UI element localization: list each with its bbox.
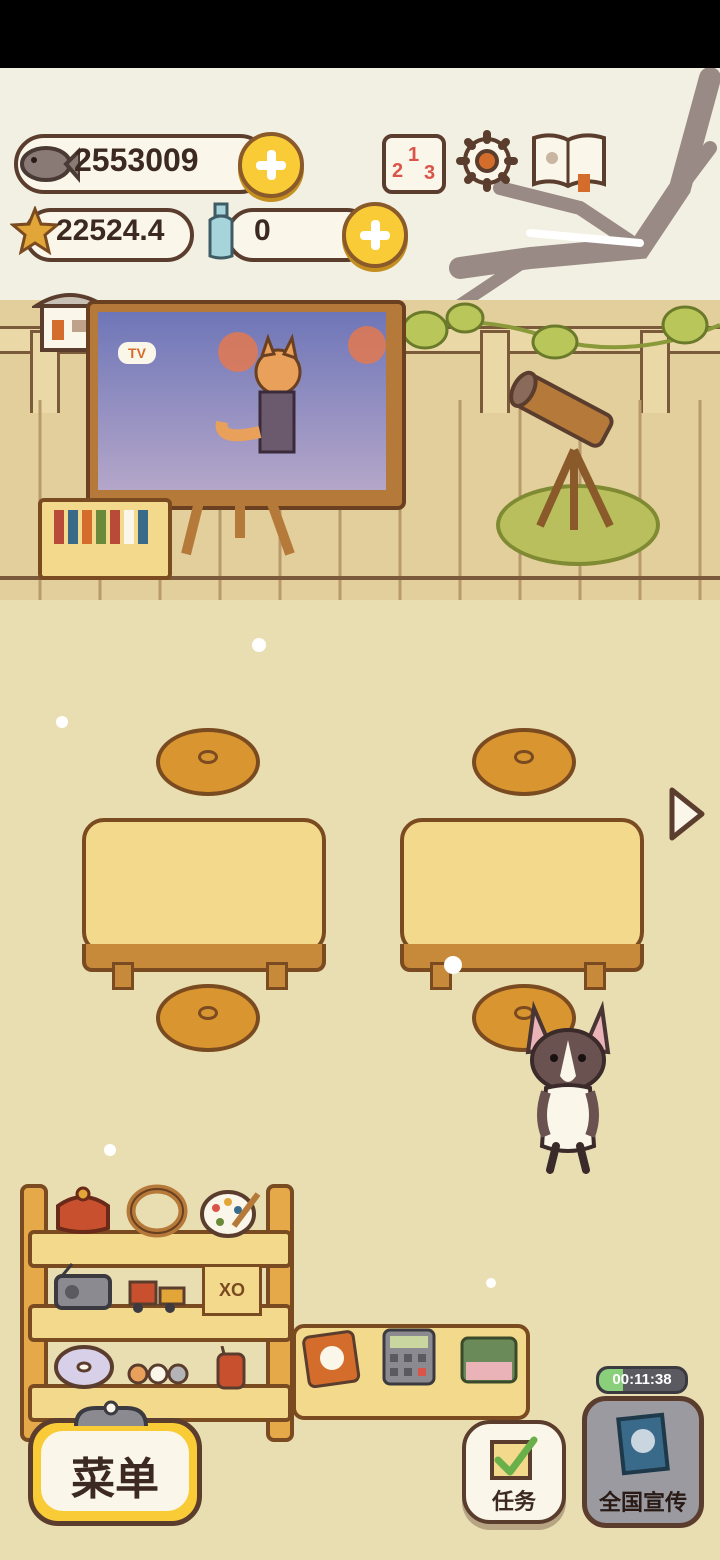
menu-label: 菜单 xyxy=(71,1455,159,1504)
telescope[interactable] xyxy=(500,370,630,540)
paint-palette-item[interactable] xyxy=(198,1184,262,1240)
easel-legs xyxy=(181,498,295,556)
newspaper-icon xyxy=(616,1412,670,1476)
tasks-label: 任务 xyxy=(491,1489,536,1514)
table-leg xyxy=(266,962,288,990)
promo-timer-badge: 00:11:38 xyxy=(596,1366,688,1394)
table-leg xyxy=(584,962,606,990)
dining-table-left[interactable] xyxy=(82,818,326,954)
bottle-amount: 0 xyxy=(254,214,271,247)
book-box[interactable] xyxy=(38,498,172,580)
dog-character[interactable] xyxy=(518,996,618,1176)
toy-train-item[interactable] xyxy=(126,1270,190,1314)
cushion[interactable] xyxy=(156,984,260,1052)
bottle-icon xyxy=(208,202,234,260)
add-fish-button[interactable] xyxy=(238,132,304,198)
snack-bag-item[interactable] xyxy=(302,1328,362,1388)
podium-icon[interactable]: 2 1 3 xyxy=(382,134,446,194)
cushion[interactable] xyxy=(472,728,576,796)
clipboard-clip-icon xyxy=(74,1400,148,1427)
cushion[interactable] xyxy=(156,728,260,796)
promotion-label: 全国宣传 xyxy=(598,1490,687,1515)
table-leg xyxy=(112,962,134,990)
checkbox-icon xyxy=(490,1436,538,1480)
snowflake xyxy=(56,716,68,728)
dining-table-right[interactable] xyxy=(400,818,644,954)
radio-item[interactable] xyxy=(52,1262,114,1312)
cd-disc-item[interactable] xyxy=(52,1342,116,1392)
snowflake xyxy=(252,638,266,652)
vine-leaves xyxy=(395,302,720,360)
fish-amount: 2553009 xyxy=(74,142,199,178)
tv-screen: TV xyxy=(98,312,386,490)
cat-figurines-item[interactable] xyxy=(126,1358,190,1392)
tictactoe-paper-item[interactable]: XO xyxy=(202,1264,262,1316)
promotion-button[interactable]: 全国宣传 xyxy=(582,1396,704,1528)
status-bar xyxy=(0,0,720,68)
promo-timer: 00:11:38 xyxy=(612,1371,672,1388)
add-bottle-button[interactable] xyxy=(342,202,408,268)
walkie-talkie-item[interactable] xyxy=(210,1346,250,1392)
star-icon xyxy=(10,206,60,256)
bracelet-item[interactable] xyxy=(126,1184,188,1238)
calculator-item[interactable] xyxy=(380,1326,438,1388)
snowflake xyxy=(104,1144,116,1156)
gear-icon[interactable] xyxy=(456,130,518,192)
tv-board[interactable]: TV xyxy=(86,300,406,510)
next-scene-arrow-icon[interactable] xyxy=(664,784,708,844)
fish-icon xyxy=(20,146,80,184)
menu-button[interactable]: 菜单 xyxy=(28,1418,202,1526)
food-box-item[interactable] xyxy=(458,1332,520,1388)
coin-purse-item[interactable] xyxy=(52,1184,114,1236)
snowflake xyxy=(486,1278,496,1288)
tasks-button[interactable]: 任务 xyxy=(462,1420,566,1524)
star-amount: 22524.4 xyxy=(56,214,165,247)
tv-sign: TV xyxy=(118,342,156,364)
snowflake xyxy=(444,956,462,974)
book-icon[interactable] xyxy=(530,130,608,194)
